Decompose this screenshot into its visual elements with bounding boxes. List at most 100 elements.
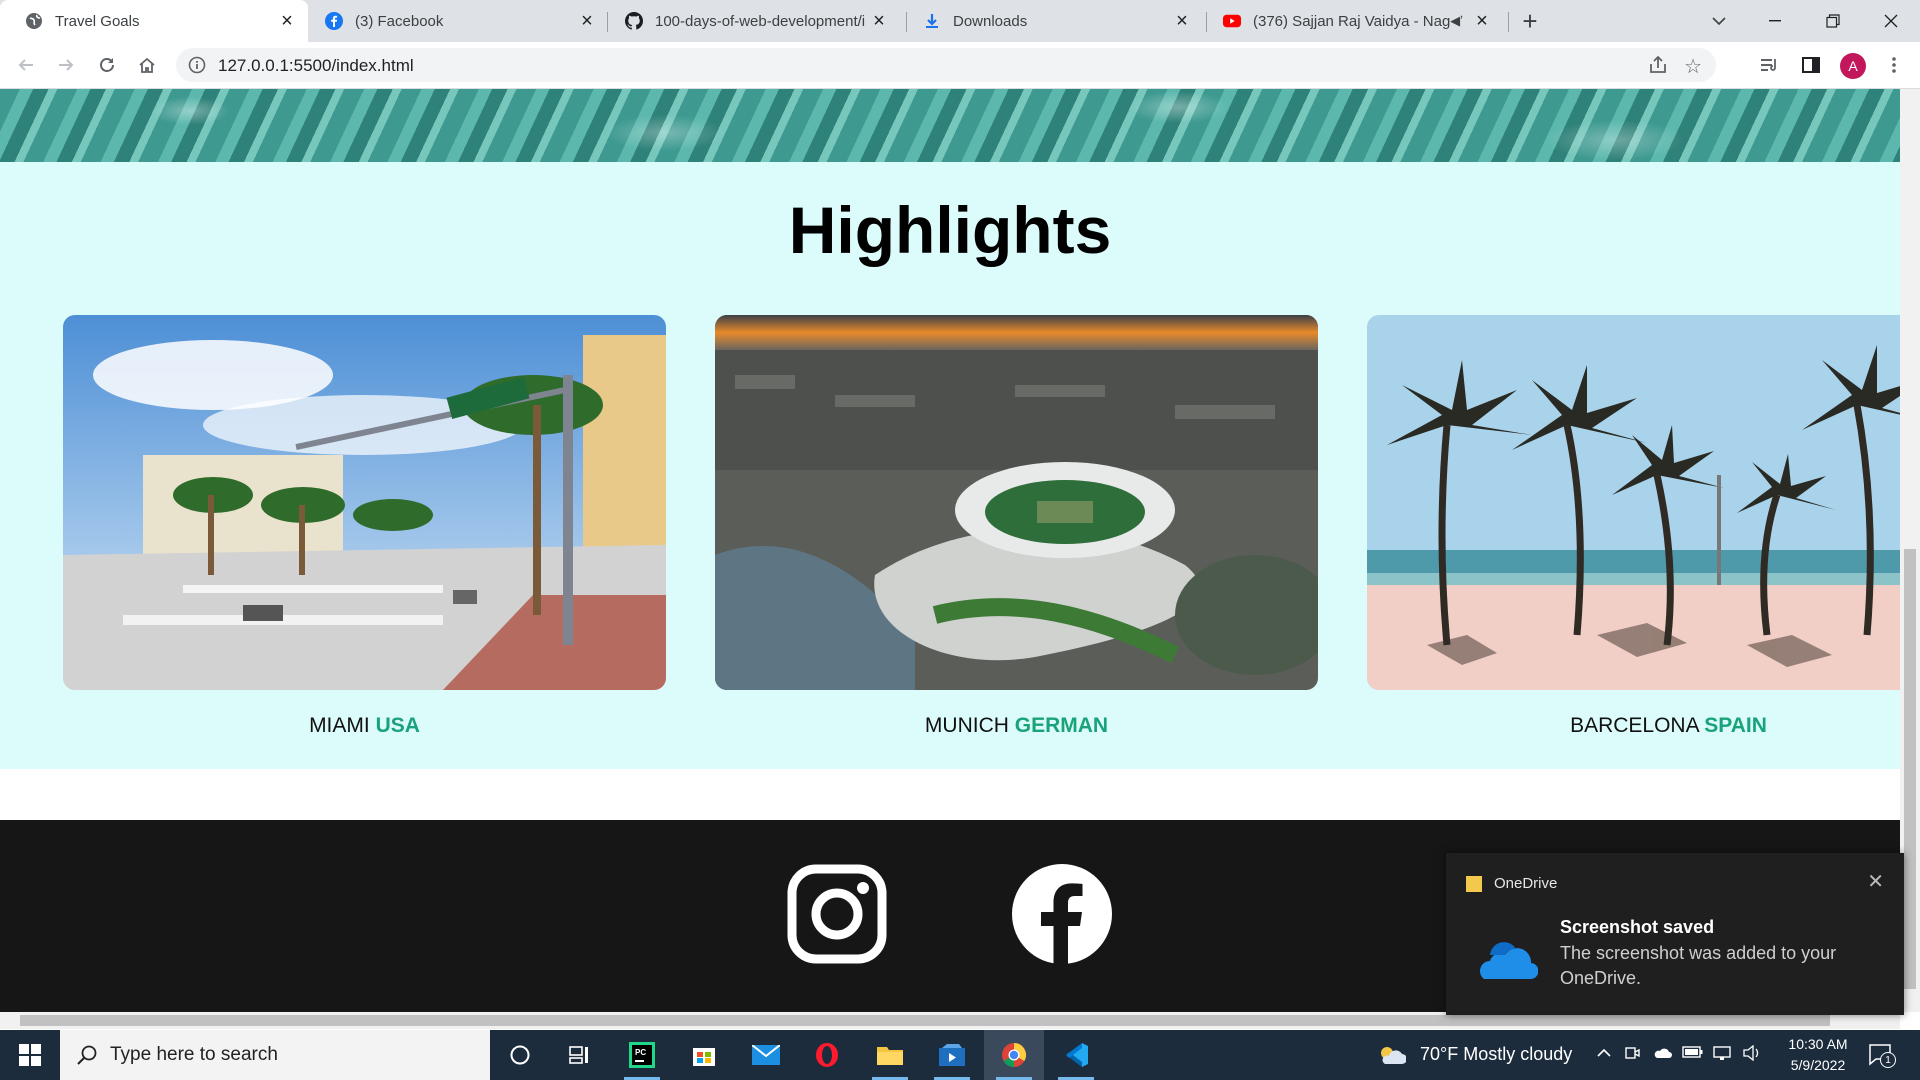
address-bar[interactable]: 127.0.0.1:5500/index.html ☆	[176, 48, 1716, 82]
tab-title: (376) Sajjan Raj Vaidya - Nag	[1253, 12, 1451, 30]
home-icon[interactable]	[133, 51, 161, 79]
youtube-icon	[1223, 12, 1241, 30]
minimize-button[interactable]	[1752, 0, 1798, 42]
facebook-icon[interactable]	[1012, 864, 1112, 964]
highlight-card-miami: MIAMI USA	[63, 315, 666, 738]
country-name: GERMAN	[1014, 714, 1109, 737]
svg-text:PC: PC	[635, 1048, 646, 1057]
vscode-icon[interactable]	[1046, 1030, 1106, 1080]
mail-icon[interactable]	[736, 1030, 796, 1080]
back-arrow-icon[interactable]	[12, 51, 40, 79]
highlights-section: Highlights MIAMI USA MUNICH GERMAN BARCE…	[0, 162, 1900, 769]
clock-date: 5/9/2022	[1790, 1057, 1846, 1073]
share-icon[interactable]	[1648, 55, 1668, 79]
file-explorer-icon[interactable]	[860, 1030, 920, 1080]
notification-app-name: OneDrive	[1494, 875, 1558, 892]
clock-time: 10:30 AM	[1788, 1036, 1848, 1052]
highlight-card-munich: MUNICH GERMAN	[715, 315, 1318, 738]
taskbar-search-box[interactable]: Type here to search	[60, 1030, 490, 1080]
tab-title: Downloads	[953, 12, 1028, 30]
tab-strip: Travel Goals × (3) Facebook × 100-days-o…	[0, 0, 1920, 42]
search-icon	[76, 1044, 98, 1071]
system-clock[interactable]: 10:30 AM 5/9/2022	[1778, 1034, 1858, 1076]
browser-toolbar: 127.0.0.1:5500/index.html ☆ A	[0, 42, 1920, 89]
close-tab-icon[interactable]: ×	[1473, 10, 1491, 32]
task-view-icon[interactable]	[550, 1030, 610, 1080]
profile-avatar[interactable]: A	[1840, 53, 1866, 79]
show-hidden-icons-chevron-icon[interactable]	[1596, 1045, 1612, 1063]
close-tab-icon[interactable]: ×	[870, 10, 888, 32]
highlights-heading: Highlights	[788, 193, 1112, 267]
tab-travel-goals[interactable]: Travel Goals ×	[0, 0, 308, 42]
kebab-menu-icon[interactable]	[1882, 53, 1906, 77]
scrollbar-thumb[interactable]	[1904, 549, 1916, 989]
close-tab-icon[interactable]: ×	[278, 10, 296, 32]
country-name: USA	[375, 714, 420, 737]
side-panel-icon[interactable]	[1799, 53, 1823, 77]
reading-list-icon[interactable]	[1758, 53, 1782, 77]
github-icon	[625, 12, 643, 30]
globe-icon	[25, 12, 43, 30]
new-tab-button[interactable]: +	[1516, 6, 1544, 36]
forward-arrow-icon[interactable]	[52, 51, 80, 79]
weather-cloud-icon	[1378, 1045, 1407, 1070]
close-notification-icon[interactable]: ✕	[1867, 869, 1884, 894]
country-name: SPAIN	[1704, 714, 1767, 737]
scrollbar-thumb[interactable]	[20, 1015, 1830, 1026]
barcelona-beach-photo	[1367, 315, 1900, 690]
instagram-icon[interactable]	[787, 864, 887, 964]
tab-youtube[interactable]: (376) Sajjan Raj Vaidya - Nag ◀ʼ ×	[1198, 0, 1503, 42]
notification-title: Screenshot saved	[1560, 917, 1715, 937]
close-window-button[interactable]	[1868, 0, 1914, 42]
url-text[interactable]: 127.0.0.1:5500/index.html	[218, 56, 414, 76]
tab-github[interactable]: 100-days-of-web-development/i ×	[600, 0, 900, 42]
munich-stadium-photo	[715, 315, 1318, 690]
microsoft-store-icon[interactable]	[674, 1030, 734, 1080]
onedrive-app-icon	[1466, 876, 1482, 892]
tab-downloads[interactable]: Downloads ×	[898, 0, 1203, 42]
chrome-icon[interactable]	[984, 1030, 1044, 1080]
windows-taskbar: Type here to search PC 70°F Mostly cloud…	[0, 1030, 1920, 1080]
restore-button[interactable]	[1810, 0, 1856, 42]
facebook-icon	[325, 12, 343, 30]
download-icon	[923, 12, 941, 30]
meet-now-icon[interactable]	[1624, 1045, 1640, 1066]
tab-facebook[interactable]: (3) Facebook ×	[300, 0, 608, 42]
cortana-icon[interactable]	[490, 1030, 550, 1080]
search-placeholder: Type here to search	[110, 1044, 278, 1065]
close-tab-icon[interactable]: ×	[578, 10, 596, 32]
tab-title: (3) Facebook	[355, 12, 444, 30]
battery-icon[interactable]	[1682, 1045, 1704, 1064]
weather-text[interactable]: 70°F Mostly cloudy	[1420, 1044, 1572, 1065]
highlight-caption: MUNICH GERMAN	[715, 714, 1318, 738]
windows-start-icon[interactable]	[0, 1030, 60, 1080]
highlight-caption: BARCELONA SPAIN	[1367, 714, 1900, 738]
site-info-icon[interactable]	[188, 56, 206, 74]
miami-street-photo	[63, 315, 666, 690]
notification-body: The screenshot was added to your OneDriv…	[1560, 943, 1837, 988]
action-center-icon[interactable]: 1	[1868, 1042, 1896, 1068]
highlight-caption: MIAMI USA	[63, 714, 666, 738]
bookmark-star-icon[interactable]: ☆	[1684, 54, 1702, 79]
tab-title: 100-days-of-web-development/i	[655, 12, 866, 30]
media-app-icon[interactable]	[922, 1030, 982, 1080]
onedrive-tray-icon[interactable]	[1652, 1045, 1672, 1064]
tab-divider	[1508, 12, 1509, 32]
speaker-icon[interactable]: ◀ʼ	[1450, 13, 1463, 29]
city-name: MUNICH	[924, 714, 1009, 737]
onedrive-notification[interactable]: OneDrive ✕ Screenshot saved The screensh…	[1446, 853, 1904, 1015]
tab-search-chevron-icon[interactable]	[1696, 0, 1742, 42]
opera-icon[interactable]	[797, 1030, 857, 1080]
onedrive-cloud-icon	[1466, 933, 1539, 986]
city-name: MIAMI	[309, 714, 370, 737]
tab-title: Travel Goals	[55, 12, 140, 30]
water-banner-image	[0, 89, 1900, 162]
reload-icon[interactable]	[93, 51, 121, 79]
notification-count: 1	[1880, 1052, 1896, 1068]
network-icon[interactable]	[1712, 1045, 1732, 1066]
volume-icon[interactable]	[1742, 1044, 1762, 1066]
close-tab-icon[interactable]: ×	[1173, 10, 1191, 32]
pycharm-icon[interactable]: PC	[612, 1030, 672, 1080]
city-name: BARCELONA	[1570, 714, 1699, 737]
highlight-card-barcelona: BARCELONA SPAIN	[1367, 315, 1900, 738]
